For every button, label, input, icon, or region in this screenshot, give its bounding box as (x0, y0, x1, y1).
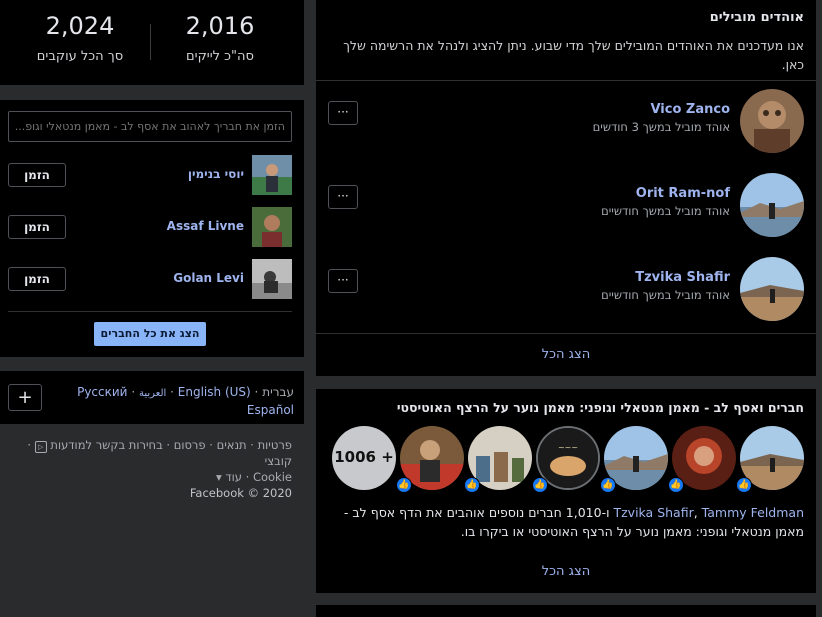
friend-link[interactable]: Tzvika Shafir (613, 505, 693, 520)
top-fans-description: אנו מעדכנים את האוהדים המובילים שלך מדי … (343, 38, 804, 72)
invite-button[interactable]: הזמן (8, 267, 66, 291)
friend-avatar[interactable] (252, 259, 292, 299)
show-all-friends-button[interactable]: הצג את כל החברים (94, 322, 206, 346)
language-list: עברית · English (US) · العربية · Русский… (77, 385, 294, 417)
friend-avatar[interactable] (252, 155, 292, 195)
fan-avatar[interactable] (740, 89, 804, 153)
more-friends-count[interactable]: 1006 + (332, 426, 396, 490)
friends-like-panel: חברים ואסף לב - מאמן מנטאלי וגופני: מאמן… (316, 389, 816, 593)
invite-button[interactable]: הזמן (8, 215, 66, 239)
invite-friend-row: הזמן יוסי בנימין (0, 154, 304, 196)
top-fans-panel: אוהדים מובילים אנו מעדכנים את האוהדים המ… (316, 0, 816, 376)
footer-link-privacy[interactable]: פרטיות (258, 438, 292, 452)
friends-like-sentence: Tzvika Shafir, Tammy Feldman ו-1,010 חבר… (343, 505, 804, 539)
fan-name[interactable]: Vico Zanco (650, 102, 730, 117)
language-arabic[interactable]: العربية (139, 388, 166, 399)
followers-label: סך הכל עוקבים (36, 49, 124, 64)
like-icon: 👍 (532, 477, 548, 493)
friends-like-see-all-link[interactable]: הצג הכל (316, 564, 816, 579)
footer-link-cookie[interactable]: Cookie (253, 470, 292, 484)
language-current: עברית (262, 385, 294, 399)
fan-subtitle: אוהד מוביל במשך חודשיים (601, 288, 730, 302)
friends-like-title: חברים ואסף לב - מאמן מנטאלי וגופני: מאמן… (396, 400, 804, 415)
like-icon: 👍 (396, 477, 412, 493)
top-fans-divider (316, 80, 816, 81)
top-fans-title: אוהדים מובילים (709, 10, 804, 25)
fan-options-button[interactable]: ··· (328, 101, 358, 125)
invite-friends-panel: הזמן יוסי בנימין הזמן Assaf Livne הזמן G… (0, 100, 304, 357)
language-spanish[interactable]: Español (247, 403, 294, 417)
footer: פרטיות · תנאים · פרסום · בחירות בקשר למו… (6, 437, 292, 501)
like-icon: 👍 (600, 477, 616, 493)
fan-avatar[interactable] (740, 257, 804, 321)
fan-name[interactable]: Orit Ram-nof (636, 186, 730, 201)
fan-options-button[interactable]: ··· (328, 269, 358, 293)
stats-panel: 2,016 סה"כ לייקים 2,024 סך הכל עוקבים (0, 0, 304, 85)
fan-subtitle: אוהד מוביל במשך חודשיים (601, 204, 730, 218)
fan-subtitle: אוהד מוביל במשך 3 חודשים (592, 120, 730, 134)
language-panel: + עברית · English (US) · العربية · Русск… (0, 371, 304, 424)
like-icon: 👍 (736, 477, 752, 493)
fan-options-button[interactable]: ··· (328, 185, 358, 209)
language-russian[interactable]: Русский (77, 385, 127, 399)
invite-friend-row: הזמן Assaf Livne (0, 206, 304, 248)
likes-label: סה"כ לייקים (186, 49, 254, 64)
language-english[interactable]: English (US) (178, 385, 251, 399)
friend-name[interactable]: Golan Levi (173, 271, 244, 285)
followers-count: 2,024 (45, 12, 115, 40)
friend-avatar[interactable] (252, 207, 292, 247)
fan-name[interactable]: Tzvika Shafir (635, 270, 730, 285)
invite-divider (8, 311, 292, 312)
invite-friend-row: הזמן Golan Levi (0, 258, 304, 300)
top-fan-row: ··· Orit Ram-nof אוהד מוביל במשך חודשיים (316, 172, 816, 238)
top-fans-footer-divider (316, 333, 816, 334)
footer-link-terms[interactable]: תנאים (217, 438, 247, 452)
friend-name[interactable]: Assaf Livne (167, 219, 244, 233)
footer-links-row2: Cookie · עוד ▾ (215, 470, 292, 484)
like-icon: 👍 (668, 477, 684, 493)
ad-choices-icon: ▷ (34, 441, 47, 453)
footer-more-link[interactable]: עוד ▾ (216, 470, 242, 484)
footer-link-advertising[interactable]: פרסום (174, 438, 206, 452)
top-fans-see-all-link[interactable]: הצג הכל (316, 347, 816, 362)
friend-name[interactable]: יוסי בנימין (188, 167, 244, 181)
footer-link-cookies[interactable]: קובצי (265, 454, 292, 468)
fan-avatar[interactable] (740, 173, 804, 237)
invite-search-input[interactable] (8, 111, 292, 142)
footer-copyright: Facebook © 2020 (189, 486, 292, 500)
add-language-button[interactable]: + (8, 384, 42, 411)
likes-count: 2,016 (185, 12, 255, 40)
invite-button[interactable]: הזמן (8, 163, 66, 187)
top-fan-row: ··· Vico Zanco אוהד מוביל במשך 3 חודשים (316, 88, 816, 154)
friend-link[interactable]: Tammy Feldman (702, 505, 804, 520)
svg-text:~~~: ~~~ (558, 443, 578, 452)
next-panel (316, 605, 816, 617)
stats-divider (150, 24, 151, 60)
footer-link-ad-choices[interactable]: בחירות בקשר למודעות (50, 438, 162, 452)
top-fan-row: ··· Tzvika Shafir אוהד מוביל במשך חודשיי… (316, 256, 816, 322)
footer-links: פרטיות · תנאים · פרסום · בחירות בקשר למו… (27, 438, 292, 468)
like-icon: 👍 (464, 477, 480, 493)
